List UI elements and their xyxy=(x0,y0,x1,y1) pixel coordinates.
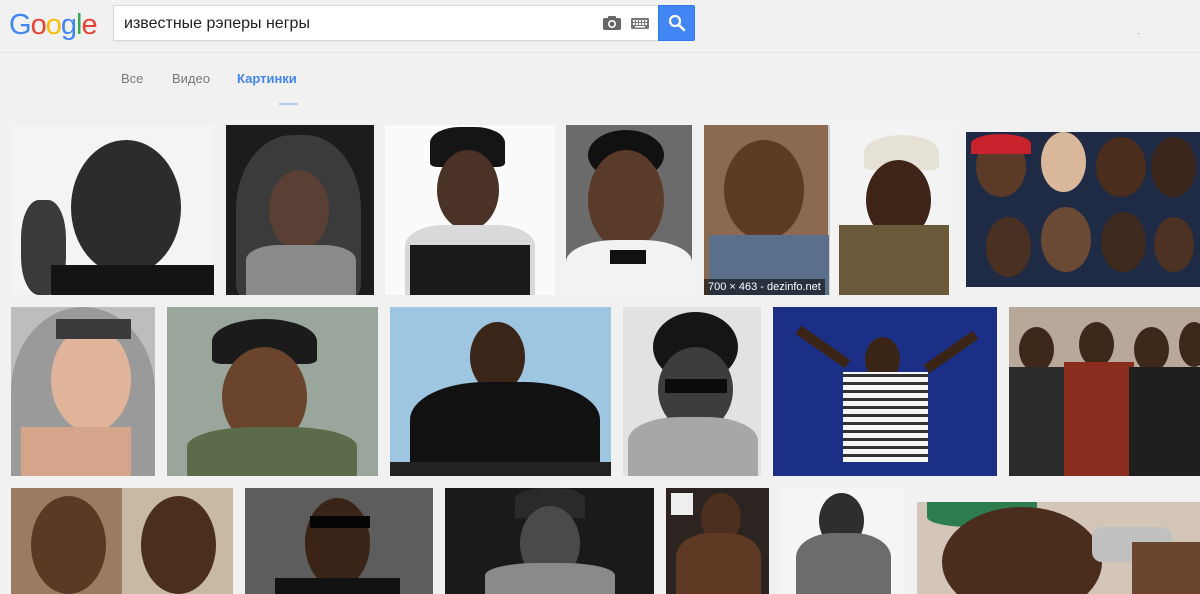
image-subject xyxy=(1101,212,1146,272)
image-result[interactable] xyxy=(1009,307,1200,476)
image-subject xyxy=(1179,322,1200,367)
search-box xyxy=(113,5,658,41)
image-subject xyxy=(1019,327,1054,372)
image-result[interactable] xyxy=(385,125,555,295)
image-subject xyxy=(1009,367,1069,476)
image-subject xyxy=(21,427,131,476)
image-subject xyxy=(1041,207,1091,272)
logo-letter: G xyxy=(9,9,32,41)
image-subject xyxy=(246,245,356,295)
image-result[interactable] xyxy=(226,125,374,295)
logo-letter: o xyxy=(30,9,47,41)
tab-all[interactable]: Все xyxy=(121,71,143,86)
image-subject xyxy=(610,250,646,264)
keyboard-icon[interactable] xyxy=(631,18,649,29)
camera-icon[interactable] xyxy=(602,15,622,31)
image-subject xyxy=(51,265,214,295)
image-subject xyxy=(51,327,131,432)
image-subject xyxy=(923,330,979,374)
image-result[interactable] xyxy=(773,307,997,476)
image-subject xyxy=(1134,327,1169,372)
image-subject xyxy=(628,417,758,476)
image-subject xyxy=(1064,362,1134,476)
image-result[interactable] xyxy=(917,502,1200,594)
image-subject xyxy=(269,170,329,250)
search-tabs: Все Видео Картинки xyxy=(0,52,1200,106)
image-subject xyxy=(986,217,1031,277)
active-tab-indicator xyxy=(279,103,298,105)
logo-letter: g xyxy=(60,9,77,41)
image-subject xyxy=(1096,137,1146,197)
image-result[interactable] xyxy=(245,488,433,594)
image-subject xyxy=(187,427,357,476)
image-result[interactable] xyxy=(390,307,611,476)
image-subject xyxy=(839,225,949,295)
image-result[interactable] xyxy=(11,488,233,594)
divider xyxy=(1137,33,1140,34)
image-subject xyxy=(1132,542,1200,594)
image-subject xyxy=(566,240,692,295)
image-result[interactable] xyxy=(966,132,1200,287)
image-subject xyxy=(71,140,181,275)
image-subject xyxy=(390,462,611,476)
search-input[interactable] xyxy=(124,13,594,35)
image-subject xyxy=(795,325,851,369)
image-subject xyxy=(671,493,693,515)
google-logo[interactable]: Google xyxy=(9,9,98,42)
image-subject xyxy=(1151,137,1196,197)
image-result[interactable] xyxy=(11,307,155,476)
image-subject xyxy=(1129,367,1200,476)
image-subject xyxy=(31,496,106,594)
image-result[interactable] xyxy=(623,307,761,476)
magnifier-icon xyxy=(668,14,685,32)
image-result[interactable] xyxy=(666,488,769,594)
image-result[interactable]: 700 × 463 - dezinfo.net xyxy=(704,125,954,295)
image-subject xyxy=(485,563,615,594)
image-subject xyxy=(1079,322,1114,367)
image-subject xyxy=(410,245,530,295)
tab-images[interactable]: Картинки xyxy=(237,71,297,86)
image-subject xyxy=(1041,132,1086,192)
image-subject xyxy=(1154,217,1194,272)
search-button[interactable] xyxy=(658,5,695,41)
image-result[interactable] xyxy=(445,488,654,594)
image-result[interactable] xyxy=(11,125,214,295)
image-result[interactable] xyxy=(167,307,378,476)
image-result[interactable] xyxy=(781,488,905,594)
image-hover-caption: 700 × 463 - dezinfo.net xyxy=(704,279,825,295)
header-bar: Google xyxy=(0,0,1200,52)
image-subject xyxy=(305,498,370,588)
logo-letter: e xyxy=(81,9,97,41)
logo-letter: o xyxy=(45,9,62,41)
image-subject xyxy=(310,516,370,528)
image-result[interactable] xyxy=(566,125,692,295)
image-subject xyxy=(141,496,216,594)
tab-video[interactable]: Видео xyxy=(172,71,210,86)
image-subject xyxy=(588,150,664,250)
image-subject xyxy=(676,533,761,594)
image-subject xyxy=(275,578,400,594)
image-subject xyxy=(437,150,499,230)
image-subject xyxy=(843,372,928,462)
image-subject xyxy=(56,319,131,339)
image-subject xyxy=(796,533,891,594)
image-subject xyxy=(665,379,727,393)
image-subject xyxy=(971,134,1031,154)
image-subject xyxy=(724,140,804,240)
